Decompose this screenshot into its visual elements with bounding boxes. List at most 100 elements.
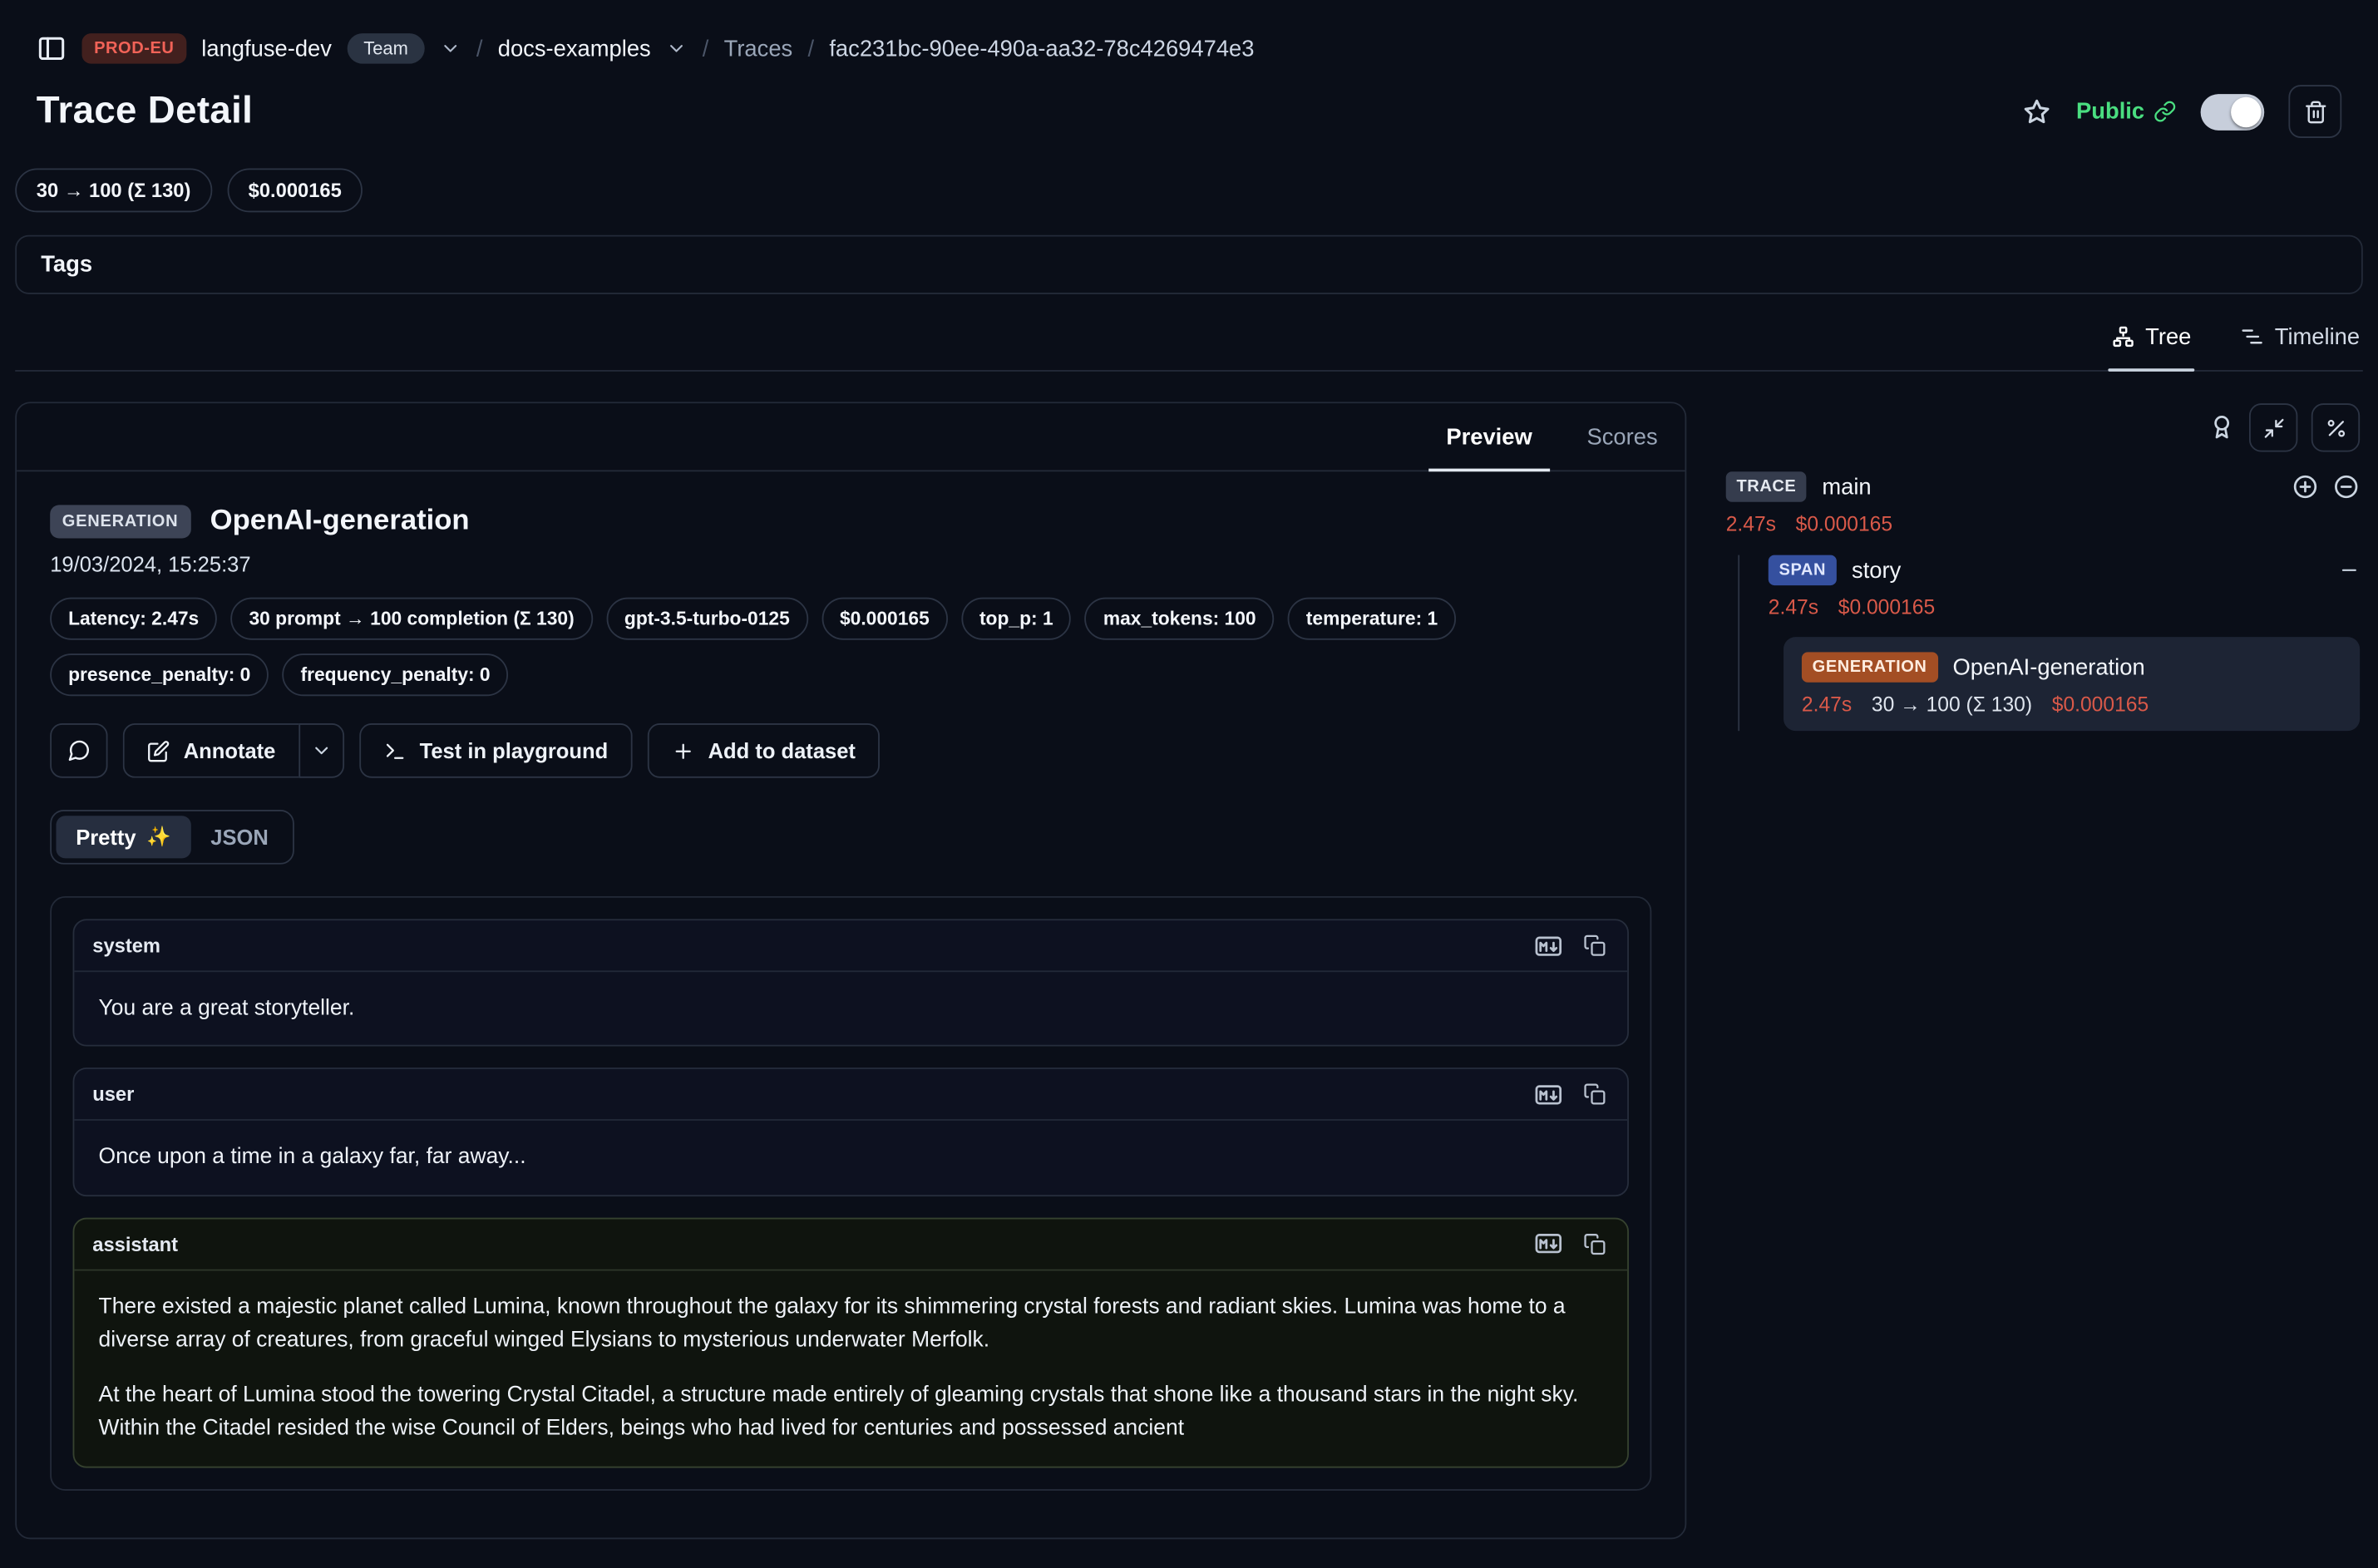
copy-button[interactable] — [1581, 1230, 1610, 1259]
format-pretty-button[interactable]: Pretty ✨ — [56, 816, 190, 858]
org-switcher[interactable] — [440, 38, 461, 60]
breadcrumb-project[interactable]: docs-examples — [498, 36, 651, 62]
max-tokens-badge: max_tokens: 100 — [1085, 598, 1275, 640]
copy-icon — [1583, 1083, 1606, 1106]
token-usage-badge: 30 → 100 (Σ 130) — [15, 168, 212, 212]
minus-icon — [2339, 560, 2361, 581]
view-tabs: Tree Timeline — [15, 303, 2363, 372]
collapse-icon — [2262, 417, 2284, 439]
test-in-playground-button[interactable]: Test in playground — [359, 723, 633, 778]
expand-all-button[interactable] — [2292, 473, 2319, 500]
token-usage-badge: 30 prompt → 100 completion (Σ 130) — [231, 598, 593, 640]
message-content: You are a great storyteller. — [74, 972, 1627, 1045]
page-title: Trace Detail — [37, 90, 253, 134]
breadcrumb-trace-id: fac231bc-90ee-490a-aa32-78c4269474e3 — [829, 36, 1254, 62]
span-metrics: 2.47s $0.000165 — [1769, 596, 2360, 619]
message-header: user — [74, 1070, 1627, 1122]
trace-metrics: 2.47s $0.000165 — [1726, 513, 2360, 535]
pretty-label: Pretty — [76, 825, 136, 849]
message-tools — [1532, 1081, 1609, 1110]
star-icon — [2021, 96, 2051, 126]
markdown-icon — [1535, 1234, 1562, 1255]
format-json-button[interactable]: JSON — [191, 816, 289, 858]
link-icon — [2154, 100, 2176, 122]
award-icon — [2208, 414, 2236, 441]
copy-button[interactable] — [1581, 1081, 1610, 1110]
message-paragraph: You are a great storyteller. — [99, 992, 1603, 1026]
tree-controls — [1726, 402, 2360, 453]
terminal-icon — [383, 739, 406, 762]
tab-timeline[interactable]: Timeline — [2237, 303, 2363, 370]
public-link[interactable]: Public — [2076, 99, 2176, 125]
tree-node-generation-selected[interactable]: GENERATION OpenAI-generation 2.47s 30 → … — [1784, 637, 2360, 731]
tree-node-trace[interactable]: TRACE main — [1726, 471, 2360, 501]
trash-icon — [2303, 99, 2327, 123]
message-paragraph: Once upon a time in a galaxy far, far aw… — [99, 1141, 1603, 1176]
latency-badge: Latency: 2.47s — [50, 598, 217, 640]
message-role: system — [92, 934, 160, 957]
delete-trace-button[interactable] — [2288, 85, 2341, 138]
observation-body: GENERATION OpenAI-generation 19/03/2024,… — [17, 471, 1685, 1537]
trace-name: main — [1822, 474, 1871, 500]
annotate-dropdown-button[interactable] — [298, 723, 344, 778]
collapse-all-button[interactable] — [2249, 403, 2297, 451]
markdown-toggle-button[interactable] — [1532, 1081, 1565, 1108]
tags-section[interactable]: Tags — [15, 235, 2363, 294]
annotate-label: Annotate — [184, 738, 276, 762]
annotate-button[interactable]: Annotate — [123, 723, 298, 778]
comment-icon — [67, 738, 91, 762]
annotation-queue-button[interactable] — [2208, 414, 2236, 441]
markdown-toggle-button[interactable] — [1532, 1230, 1565, 1258]
tree-node-span[interactable]: SPAN story — [1769, 555, 2360, 585]
format-toggle: Pretty ✨ JSON — [50, 810, 294, 865]
playground-label: Test in playground — [420, 738, 609, 762]
breadcrumb-org[interactable]: langfuse-dev — [201, 36, 332, 62]
bookmark-star-button[interactable] — [2021, 96, 2051, 126]
collapse-span-button[interactable] — [2339, 560, 2361, 581]
tab-tree[interactable]: Tree — [2108, 303, 2195, 370]
header-actions: Public — [2021, 85, 2341, 138]
trace-detail-page: PROD-EU langfuse-dev Team / docs-example… — [0, 0, 2378, 1568]
generation-tokens: 30 → 100 (Σ 130) — [1872, 693, 2032, 716]
span-name: story — [1852, 557, 1901, 583]
project-switcher[interactable] — [666, 38, 688, 60]
copy-icon — [1583, 1233, 1606, 1255]
message-paragraph: There existed a majestic planet called L… — [99, 1290, 1603, 1358]
comments-button[interactable] — [50, 723, 107, 778]
markdown-toggle-button[interactable] — [1532, 932, 1565, 959]
message-header: system — [74, 920, 1627, 972]
org-plan-badge: Team — [347, 33, 425, 63]
trace-cost: $0.000165 — [1796, 513, 1892, 535]
chevron-down-icon — [440, 38, 461, 60]
cost-badge: $0.000165 — [821, 598, 948, 640]
toggle-knob — [2231, 96, 2261, 126]
show-metrics-button[interactable] — [2311, 403, 2360, 451]
tab-preview[interactable]: Preview — [1419, 403, 1560, 470]
trace-tree: TRACE main 2.47s $0.000165 — [1726, 471, 2360, 731]
cost-badge: $0.000165 — [227, 168, 363, 212]
observation-header: GENERATION OpenAI-generation — [50, 505, 1651, 538]
trace-summary: 30 → 100 (Σ 130) $0.000165 — [0, 138, 2378, 212]
trace-children: SPAN story 2.47s $0.000165 GENERATION — [1738, 555, 2360, 732]
trace-row-icons — [2292, 473, 2360, 500]
tab-tree-label: Tree — [2145, 323, 2191, 349]
circle-plus-icon — [2292, 473, 2319, 500]
observation-actions: Annotate Test in playground Add to datas… — [50, 723, 1651, 778]
span-type-badge: SPAN — [1769, 555, 1837, 585]
message-paragraph: At the heart of Lumina stood the towerin… — [99, 1378, 1603, 1447]
add-to-dataset-button[interactable]: Add to dataset — [648, 723, 880, 778]
breadcrumb-traces-link[interactable]: Traces — [724, 36, 793, 62]
sparkles-icon: ✨ — [146, 825, 171, 849]
sidebar-toggle-button[interactable] — [37, 33, 67, 63]
add-to-dataset-label: Add to dataset — [708, 738, 856, 762]
tab-scores[interactable]: Scores — [1560, 403, 1685, 470]
breadcrumb-separator: / — [476, 36, 483, 62]
observation-metadata-badges: Latency: 2.47s 30 prompt → 100 completio… — [50, 598, 1651, 697]
top-p-badge: top_p: 1 — [961, 598, 1071, 640]
message-tools — [1532, 931, 1609, 960]
copy-button[interactable] — [1581, 931, 1610, 960]
public-toggle[interactable] — [2201, 93, 2265, 130]
observation-type-badge: GENERATION — [50, 505, 190, 538]
collapse-tree-button[interactable] — [2332, 473, 2360, 500]
breadcrumb-separator: / — [807, 36, 814, 62]
